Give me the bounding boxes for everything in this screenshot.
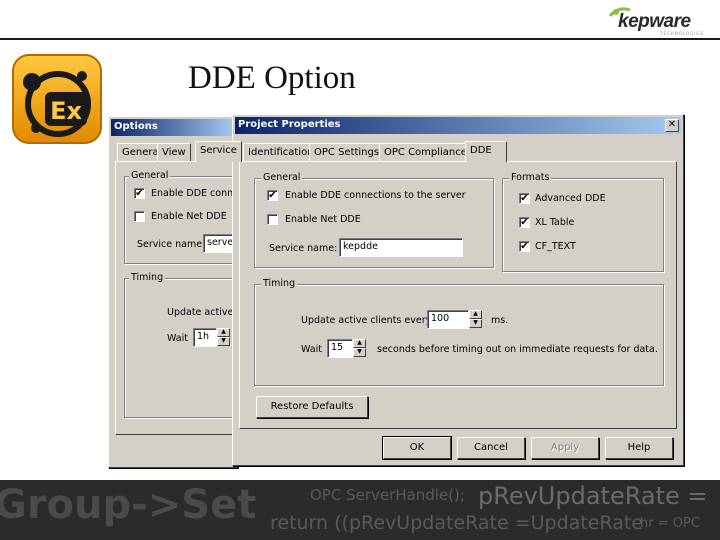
service-name-input[interactable]: kepdde xyxy=(339,238,463,257)
update-active-label: Update active c xyxy=(167,307,242,318)
footer-band: Group->Set OPC ServerHandle(); pRevUpdat… xyxy=(0,480,720,540)
tab-opc-compliance[interactable]: OPC Compliance xyxy=(379,143,472,162)
update-unit-label: ms. xyxy=(491,315,509,326)
tab-identification[interactable]: Identification xyxy=(243,143,319,162)
enable-net-dde-label: Enable Net DDE xyxy=(151,211,227,222)
options-dialog: Options General View Service General ✔ E… xyxy=(108,116,254,468)
header-rule xyxy=(0,38,720,40)
general-group: General ✔ Enable DDE connections to the … xyxy=(254,172,494,268)
spin-down-icon[interactable]: ▼ xyxy=(217,337,230,346)
advanced-dde-checkbox[interactable]: ✔ xyxy=(519,193,530,204)
wait-label: Wait xyxy=(301,344,322,355)
xl-table-checkbox[interactable]: ✔ xyxy=(519,217,530,228)
enable-dde-checkbox[interactable]: ✔ xyxy=(134,188,145,199)
footer-code-text: return ((pRevUpdateRate =UpdateRate xyxy=(270,512,644,534)
spin-down-icon[interactable]: ▼ xyxy=(353,348,366,357)
group-label: Timing xyxy=(261,278,298,289)
project-properties-titlebar[interactable]: Project Properties ✕ xyxy=(235,117,681,134)
wait-input[interactable]: 15 xyxy=(327,339,353,358)
wait-spinner[interactable]: ▲ ▼ xyxy=(353,339,366,358)
update-label: Update active clients every xyxy=(301,315,432,326)
cf-text-checkbox[interactable]: ✔ xyxy=(519,241,530,252)
brand-name: kepware xyxy=(618,11,691,32)
group-label: Formats xyxy=(509,172,552,183)
brand-subtitle: TECHNOLOGIES xyxy=(660,31,704,36)
service-name-label: Service name: xyxy=(269,243,338,254)
group-label: Timing xyxy=(129,272,166,283)
apply-button[interactable]: Apply xyxy=(531,437,599,459)
svg-text:Ex: Ex xyxy=(50,97,82,125)
spin-up-icon[interactable]: ▲ xyxy=(353,339,366,348)
enable-net-dde-checkbox[interactable] xyxy=(134,211,145,222)
iex-logo-icon: Ex xyxy=(12,54,102,144)
enable-net-dde-checkbox[interactable] xyxy=(267,214,278,225)
wait-spinner[interactable]: ▲ ▼ xyxy=(217,328,230,347)
service-name-label: Service name xyxy=(137,239,203,250)
dde-panel: General ✔ Enable DDE connections to the … xyxy=(239,161,677,429)
ok-button[interactable]: OK xyxy=(382,436,452,460)
project-properties-title: Project Properties xyxy=(238,119,341,130)
footer-code-text: hr = OPC xyxy=(640,516,700,531)
wait-input[interactable]: 1h xyxy=(193,328,217,347)
formats-group: Formats ✔ Advanced DDE ✔ XL Table ✔ CF_T… xyxy=(502,172,664,272)
tab-service[interactable]: Service xyxy=(195,141,242,162)
wait-suffix-label: seconds before timing out on immediate r… xyxy=(377,344,658,355)
cf-text-label: CF_TEXT xyxy=(535,241,576,252)
enable-net-dde-label: Enable Net DDE xyxy=(285,214,361,225)
footer-code-text: pRevUpdateRate = xyxy=(478,482,708,510)
help-button[interactable]: Help xyxy=(605,437,673,459)
spin-up-icon[interactable]: ▲ xyxy=(469,310,482,319)
footer-code-text: Group->Set xyxy=(0,482,257,528)
advanced-dde-label: Advanced DDE xyxy=(535,193,606,204)
spin-down-icon[interactable]: ▼ xyxy=(469,319,482,328)
tab-opc-settings[interactable]: OPC Settings xyxy=(309,143,385,162)
close-icon[interactable]: ✕ xyxy=(665,119,679,132)
footer-code-text: OPC ServerHandle(); xyxy=(310,486,465,504)
enable-dde-checkbox[interactable]: ✔ xyxy=(267,190,278,201)
xl-table-label: XL Table xyxy=(535,217,575,228)
update-input[interactable]: 100 xyxy=(427,310,469,329)
tab-view[interactable]: View xyxy=(157,143,191,162)
enable-dde-label: Enable DDE connections to the server xyxy=(285,190,466,201)
spin-up-icon[interactable]: ▲ xyxy=(217,328,230,337)
group-label: General xyxy=(261,172,303,183)
wait-label: Wait xyxy=(167,333,188,344)
update-spinner[interactable]: ▲ ▼ xyxy=(469,310,482,329)
tab-dde[interactable]: DDE xyxy=(465,141,507,162)
group-label: General xyxy=(129,170,171,181)
options-panel: General ✔ Enable DDE conne Enable Net DD… xyxy=(115,161,254,435)
slide-title: DDE Option xyxy=(188,60,356,96)
kepware-logo: kepware TECHNOLOGIES xyxy=(604,4,714,38)
enable-dde-label: Enable DDE conne xyxy=(151,188,239,199)
cancel-button[interactable]: Cancel xyxy=(457,437,525,459)
options-titlebar[interactable]: Options xyxy=(111,119,235,136)
timing-group: Timing Update active clients every 100 ▲… xyxy=(254,278,664,386)
project-properties-dialog: Project Properties ✕ Identification OPC … xyxy=(232,114,684,466)
options-title: Options xyxy=(114,121,158,132)
restore-defaults-button[interactable]: Restore Defaults xyxy=(256,396,368,418)
